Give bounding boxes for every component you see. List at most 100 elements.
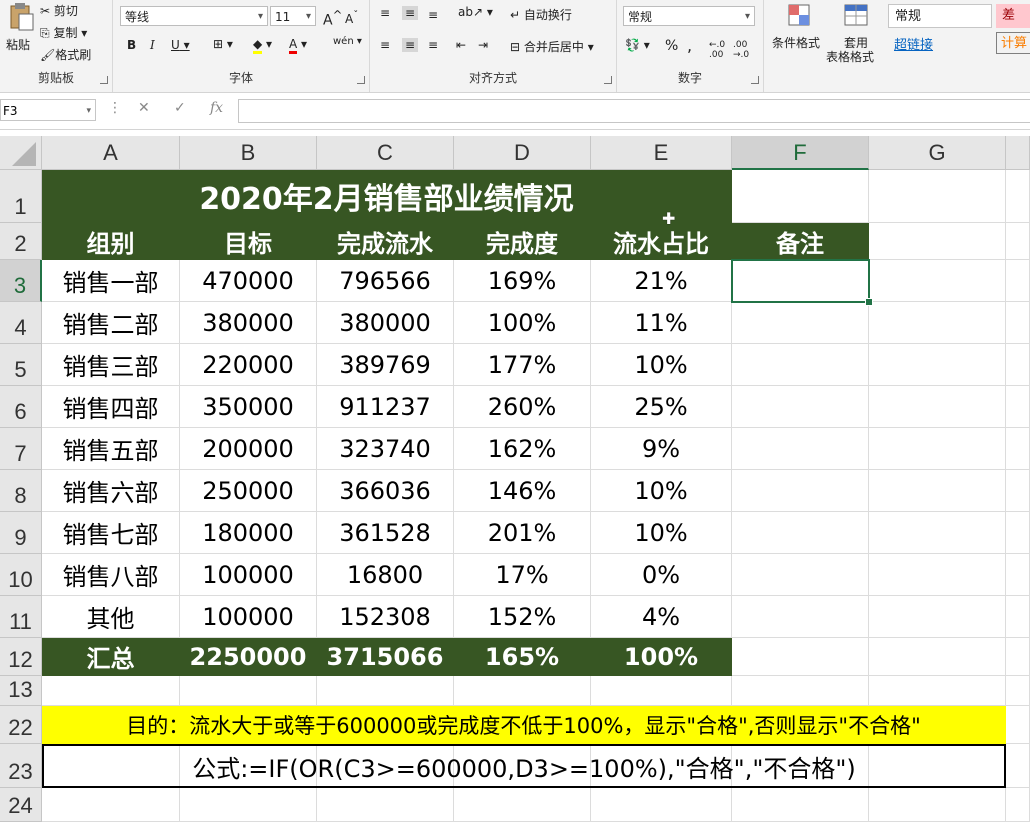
empty-cell[interactable] (1006, 706, 1030, 744)
conditional-format-button[interactable]: 条件格式 (772, 34, 820, 51)
row9-share-cell[interactable]: 10% (591, 512, 732, 554)
empty-cell[interactable] (454, 676, 591, 706)
empty-cell[interactable] (869, 223, 1006, 260)
border-button[interactable]: ⊞ ▾ (213, 37, 233, 51)
row8-share-cell[interactable]: 10% (591, 470, 732, 512)
row11-share-cell[interactable]: 4% (591, 596, 732, 638)
empty-cell[interactable] (869, 788, 1006, 822)
row7-target-cell[interactable]: 200000 (180, 428, 317, 470)
empty-cell[interactable] (732, 386, 869, 428)
empty-cell[interactable] (869, 302, 1006, 344)
row10-group-cell[interactable]: 销售八部 (42, 554, 180, 596)
increase-indent-icon[interactable]: ⇥ (478, 38, 488, 52)
active-cell-f3[interactable] (731, 259, 870, 303)
row5-target-cell[interactable]: 220000 (180, 344, 317, 386)
format-painter-button[interactable]: 🖌格式刷 (40, 46, 91, 63)
empty-cell[interactable] (1006, 170, 1030, 223)
empty-cell[interactable] (869, 638, 1006, 676)
row8-target-cell[interactable]: 250000 (180, 470, 317, 512)
cut-button[interactable]: ✂ 剪切 (40, 2, 78, 19)
row9-group-cell[interactable]: 销售七部 (42, 512, 180, 554)
empty-cell[interactable] (42, 676, 180, 706)
wrap-text-button[interactable]: ↵ 自动换行 (510, 6, 572, 23)
header-completion[interactable]: 完成度 (454, 223, 591, 260)
column-header-g[interactable]: G (869, 136, 1006, 170)
column-header-d[interactable]: D (454, 136, 591, 170)
row-header-23[interactable]: 23 (0, 744, 42, 788)
column-header-c[interactable]: C (317, 136, 454, 170)
row-header-1[interactable]: 1 (0, 170, 42, 223)
grow-font-button[interactable]: A^ (323, 8, 342, 29)
empty-cell[interactable] (869, 512, 1006, 554)
row10-share-cell[interactable]: 0% (591, 554, 732, 596)
row10-completion-cell[interactable]: 17% (454, 554, 591, 596)
decrease-indent-icon[interactable]: ⇤ (456, 38, 466, 52)
row-header-4[interactable]: 4 (0, 302, 42, 344)
row6-revenue-cell[interactable]: 911237 (317, 386, 454, 428)
row-header-7[interactable]: 7 (0, 428, 42, 470)
empty-cell[interactable] (869, 260, 1006, 302)
row-header-5[interactable]: 5 (0, 344, 42, 386)
empty-cell[interactable] (732, 428, 869, 470)
row-header-12[interactable]: 12 (0, 638, 42, 676)
empty-cell[interactable] (869, 428, 1006, 470)
row4-revenue-cell[interactable]: 380000 (317, 302, 454, 344)
row11-revenue-cell[interactable]: 152308 (317, 596, 454, 638)
empty-cell[interactable] (591, 788, 732, 822)
style-bad[interactable]: 差 (996, 4, 1030, 28)
empty-cell[interactable] (1006, 302, 1030, 344)
row7-revenue-cell[interactable]: 323740 (317, 428, 454, 470)
formula-note[interactable]: 公式:=IF(OR(C3>=600000,D3>=100%),"合格","不合格… (42, 744, 1006, 788)
row-header-8[interactable]: 8 (0, 470, 42, 512)
empty-cell[interactable] (869, 470, 1006, 512)
empty-cell[interactable] (1006, 744, 1030, 788)
font-launcher-icon[interactable] (357, 76, 365, 84)
row9-target-cell[interactable]: 180000 (180, 512, 317, 554)
empty-cell[interactable] (454, 788, 591, 822)
row3-completion-cell[interactable]: 169% (454, 260, 591, 302)
row-header-10[interactable]: 10 (0, 554, 42, 596)
align-middle-icon[interactable]: ≡ (402, 6, 419, 20)
row8-revenue-cell[interactable]: 366036 (317, 470, 454, 512)
row11-target-cell[interactable]: 100000 (180, 596, 317, 638)
number-launcher-icon[interactable] (751, 76, 759, 84)
column-header-b[interactable]: B (180, 136, 317, 170)
row3-target-cell[interactable]: 470000 (180, 260, 317, 302)
copy-button[interactable]: ⎘ 复制 ▾ (40, 24, 87, 41)
empty-cell[interactable] (732, 788, 869, 822)
align-center-icon[interactable]: ≡ (402, 38, 419, 52)
clipboard-launcher-icon[interactable] (100, 76, 108, 84)
column-header-h[interactable] (1006, 136, 1030, 170)
fill-color-button[interactable]: ◆ ▾ (253, 37, 272, 54)
formula-input[interactable] (238, 99, 1030, 123)
sheet-title[interactable]: 2020年2月销售部业绩情况 (42, 170, 732, 223)
total-revenue[interactable]: 3715066 (317, 638, 454, 676)
empty-cell[interactable] (732, 596, 869, 638)
number-format-combo[interactable]: 常规 ▾ (623, 6, 755, 26)
cancel-icon[interactable]: ✕ (138, 100, 150, 116)
header-remarks[interactable]: 备注 (732, 223, 869, 260)
empty-cell[interactable] (732, 554, 869, 596)
column-header-e[interactable]: E (591, 136, 732, 170)
enter-icon[interactable]: ✓ (174, 100, 186, 116)
empty-cell[interactable] (1006, 638, 1030, 676)
paste-button[interactable]: 粘贴 (6, 36, 30, 53)
underline-button[interactable]: U ▾ (171, 38, 190, 52)
row8-completion-cell[interactable]: 146% (454, 470, 591, 512)
merge-center-button[interactable]: ⊟ 合并后居中 ▾ (510, 38, 594, 55)
empty-cell[interactable] (732, 638, 869, 676)
header-target[interactable]: 目标 (180, 223, 317, 260)
row6-group-cell[interactable]: 销售四部 (42, 386, 180, 428)
style-calculation[interactable]: 计算 (996, 32, 1030, 54)
empty-cell[interactable] (732, 676, 869, 706)
currency-button[interactable]: 💱 ▾ (625, 38, 650, 52)
row7-share-cell[interactable]: 9% (591, 428, 732, 470)
row6-completion-cell[interactable]: 260% (454, 386, 591, 428)
empty-cell[interactable] (1006, 596, 1030, 638)
empty-cell[interactable] (869, 554, 1006, 596)
style-normal[interactable]: 常规 (888, 4, 992, 28)
row4-group-cell[interactable]: 销售二部 (42, 302, 180, 344)
row5-group-cell[interactable]: 销售三部 (42, 344, 180, 386)
empty-cell[interactable] (180, 788, 317, 822)
total-label[interactable]: 汇总 (42, 638, 180, 676)
